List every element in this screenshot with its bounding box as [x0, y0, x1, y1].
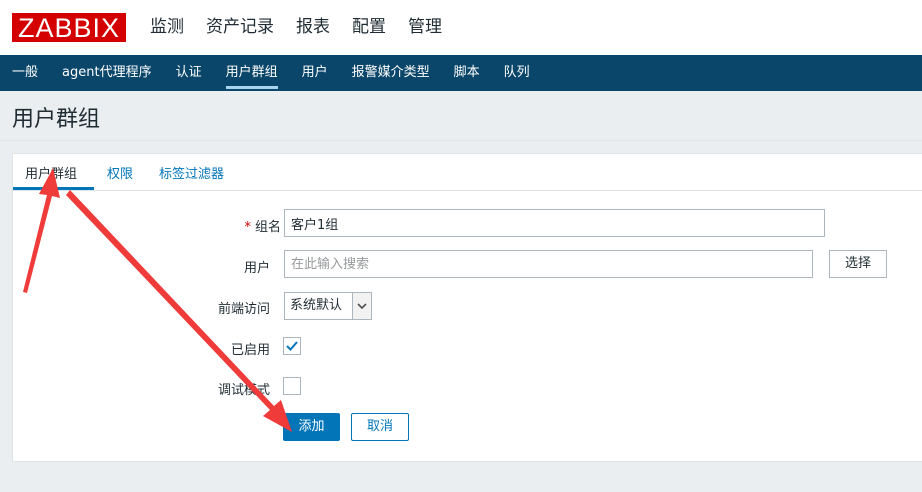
page-title: 用户群组 [12, 107, 101, 132]
group-name-label: * 组名 [244, 220, 281, 235]
cancel-button[interactable]: 取消 [351, 413, 409, 441]
tab-permissions[interactable]: 权限 [107, 163, 133, 182]
main-nav-inventory[interactable]: 资产记录 [206, 0, 274, 55]
sub-nav-users[interactable]: 用户 [302, 55, 328, 91]
main-nav-administration[interactable]: 管理 [408, 0, 442, 55]
title-divider [0, 140, 922, 141]
chevron-down-icon [352, 293, 371, 319]
sub-nav-queue[interactable]: 队列 [504, 55, 530, 91]
sub-nav-user-groups[interactable]: 用户群组 [225, 55, 278, 91]
main-nav-configuration[interactable]: 配置 [352, 0, 386, 55]
users-search-input[interactable] [284, 250, 813, 278]
sub-nav-authentication[interactable]: 认证 [176, 55, 202, 91]
main-nav-reports[interactable]: 报表 [296, 0, 330, 55]
tab-bar: 用户群组 权限 标签过滤器 [13, 154, 922, 191]
tab-user-group[interactable]: 用户群组 [25, 163, 77, 182]
group-name-input[interactable] [284, 209, 825, 237]
debug-mode-checkbox[interactable] [283, 377, 301, 395]
tab-tag-filter[interactable]: 标签过滤器 [159, 163, 224, 182]
sub-nav-media-types[interactable]: 报警媒介类型 [352, 55, 430, 91]
active-tab-indicator [13, 187, 94, 190]
select-users-button[interactable]: 选择 [829, 250, 887, 278]
main-nav-monitoring[interactable]: 监测 [150, 0, 184, 55]
enabled-label: 已启用 [230, 343, 270, 358]
sub-nav-scripts[interactable]: 脚本 [454, 55, 480, 91]
sub-nav-general[interactable]: 一般 [12, 55, 38, 91]
frontend-access-select[interactable]: 系统默认 [284, 292, 372, 320]
add-button[interactable]: 添加 [283, 413, 340, 441]
main-nav: 监测 资产记录 报表 配置 管理 [150, 0, 464, 55]
top-bar: ZABBIX 监测 资产记录 报表 配置 管理 [0, 0, 922, 55]
form-card: 用户群组 权限 标签过滤器 *组名 用户 选择 前端访问 系统默认 已启用 调试… [12, 153, 922, 462]
sub-nav: 一般 agent代理程序 认证 用户群组 用户 报警媒介类型 脚本 队列 [0, 55, 922, 91]
required-marker: * [244, 220, 251, 235]
checkmark-icon [286, 341, 298, 351]
users-label: 用户 [243, 261, 270, 276]
zabbix-logo[interactable]: ZABBIX [12, 13, 126, 43]
debug-mode-label: 调试模式 [217, 383, 270, 398]
frontend-access-label: 前端访问 [217, 302, 270, 317]
sub-nav-proxies[interactable]: agent代理程序 [62, 55, 152, 91]
frontend-access-value: 系统默认 [290, 298, 343, 313]
enabled-checkbox[interactable] [283, 337, 301, 355]
